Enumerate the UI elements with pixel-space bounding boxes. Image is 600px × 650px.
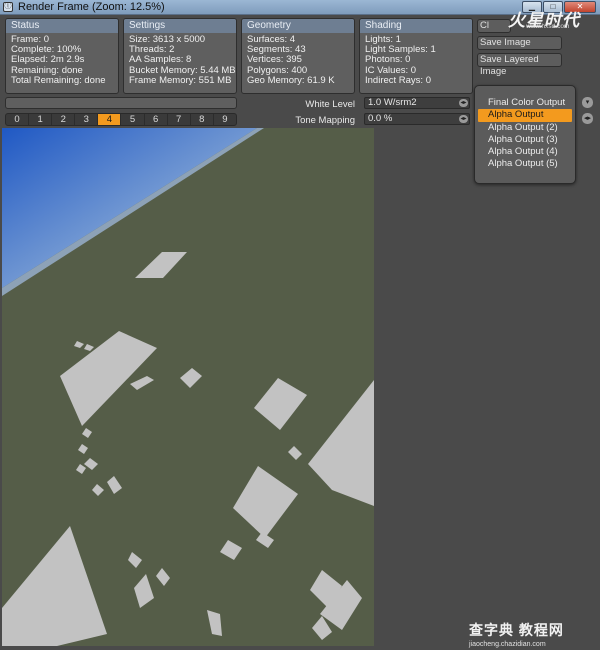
render-image bbox=[2, 128, 374, 646]
save-layered-image-button[interactable]: Save Layered Image bbox=[477, 53, 562, 77]
watermark-text: 查字典 教程网 bbox=[469, 622, 564, 638]
shading-panel-title: Shading bbox=[360, 19, 472, 33]
white-level-field[interactable]: 1.0 W/srm2 ◂▸ bbox=[364, 97, 470, 109]
tone-mapping-spin-icon[interactable]: ◂▸ bbox=[459, 115, 468, 123]
output-option-alpha-5[interactable]: Alpha Output (5) bbox=[475, 158, 575, 170]
white-level-label: White Level bbox=[305, 99, 355, 110]
zoom-level-3[interactable]: 3 bbox=[75, 114, 99, 125]
output-option-alpha[interactable]: Alpha Output bbox=[478, 109, 572, 122]
window-title: Render Frame (Zoom: 12.5%) bbox=[18, 1, 165, 13]
output-spin-icon[interactable]: ◂▸ bbox=[582, 113, 593, 124]
zoom-level-0[interactable]: 0 bbox=[6, 114, 30, 125]
zoom-level-5[interactable]: 5 bbox=[121, 114, 145, 125]
geometry-panel-title: Geometry bbox=[242, 19, 354, 33]
settings-frame-memory: Frame Memory: 551 MB bbox=[129, 74, 232, 86]
render-progress-bar bbox=[5, 97, 237, 109]
zoom-level-9[interactable]: 9 bbox=[214, 114, 236, 125]
white-level-spin-icon[interactable]: ◂▸ bbox=[459, 99, 468, 107]
watermark: 查字典 教程网 jiaocheng.chazidian.com bbox=[469, 620, 597, 648]
overlay-logo-url: www.hxsd.com bbox=[526, 23, 570, 30]
save-image-button[interactable]: Save Image bbox=[477, 36, 562, 50]
geometry-memory: Geo Memory: 61.9 K bbox=[247, 74, 335, 86]
overlay-logo: 火星时代 www.hxsd.com bbox=[508, 6, 598, 32]
watermark-url: jiaocheng.chazidian.com bbox=[469, 641, 546, 648]
output-option-alpha-2[interactable]: Alpha Output (2) bbox=[475, 122, 575, 134]
zoom-level-1[interactable]: 1 bbox=[29, 114, 53, 125]
viewport-empty-area bbox=[374, 128, 600, 650]
app-icon[interactable]: ⓛ bbox=[3, 2, 13, 12]
settings-panel-title: Settings bbox=[124, 19, 236, 33]
status-panel-title: Status bbox=[6, 19, 118, 33]
status-total-remaining: Total Remaining: done bbox=[11, 74, 106, 86]
status-panel: Status Frame: 0 Complete: 100% Elapsed: … bbox=[5, 18, 119, 94]
dropdown-arrow-icon[interactable]: ▾ bbox=[582, 97, 593, 108]
output-layer-dropdown[interactable]: Final Color Output Alpha Output Alpha Ou… bbox=[474, 85, 576, 184]
geometry-panel: Geometry Surfaces: 4 Segments: 43 Vertic… bbox=[241, 18, 355, 94]
zoom-level-selector: 0 1 2 3 4 5 6 7 8 9 bbox=[5, 113, 237, 126]
tone-mapping-field[interactable]: 0.0 % ◂▸ bbox=[364, 113, 470, 125]
white-level-value: 1.0 W/srm2 bbox=[368, 97, 417, 108]
shading-panel: Shading Lights: 1 Light Samples: 1 Photo… bbox=[359, 18, 473, 94]
output-option-final-color[interactable]: Final Color Output bbox=[475, 97, 575, 109]
settings-panel: Settings Size: 3613 x 5000 Threads: 2 AA… bbox=[123, 18, 237, 94]
zoom-level-7[interactable]: 7 bbox=[168, 114, 191, 125]
zoom-level-2[interactable]: 2 bbox=[52, 114, 76, 125]
clear-button[interactable]: Cl bbox=[477, 19, 511, 33]
zoom-level-8[interactable]: 8 bbox=[191, 114, 214, 125]
render-viewport[interactable] bbox=[2, 128, 374, 646]
zoom-level-6[interactable]: 6 bbox=[145, 114, 168, 125]
zoom-level-4[interactable]: 4 bbox=[98, 114, 122, 125]
shading-indirect-rays: Indirect Rays: 0 bbox=[365, 74, 431, 86]
tone-mapping-value: 0.0 % bbox=[368, 113, 393, 124]
output-option-alpha-4[interactable]: Alpha Output (4) bbox=[475, 146, 575, 158]
tone-mapping-label: Tone Mapping bbox=[295, 115, 355, 126]
output-option-alpha-3[interactable]: Alpha Output (3) bbox=[475, 134, 575, 146]
